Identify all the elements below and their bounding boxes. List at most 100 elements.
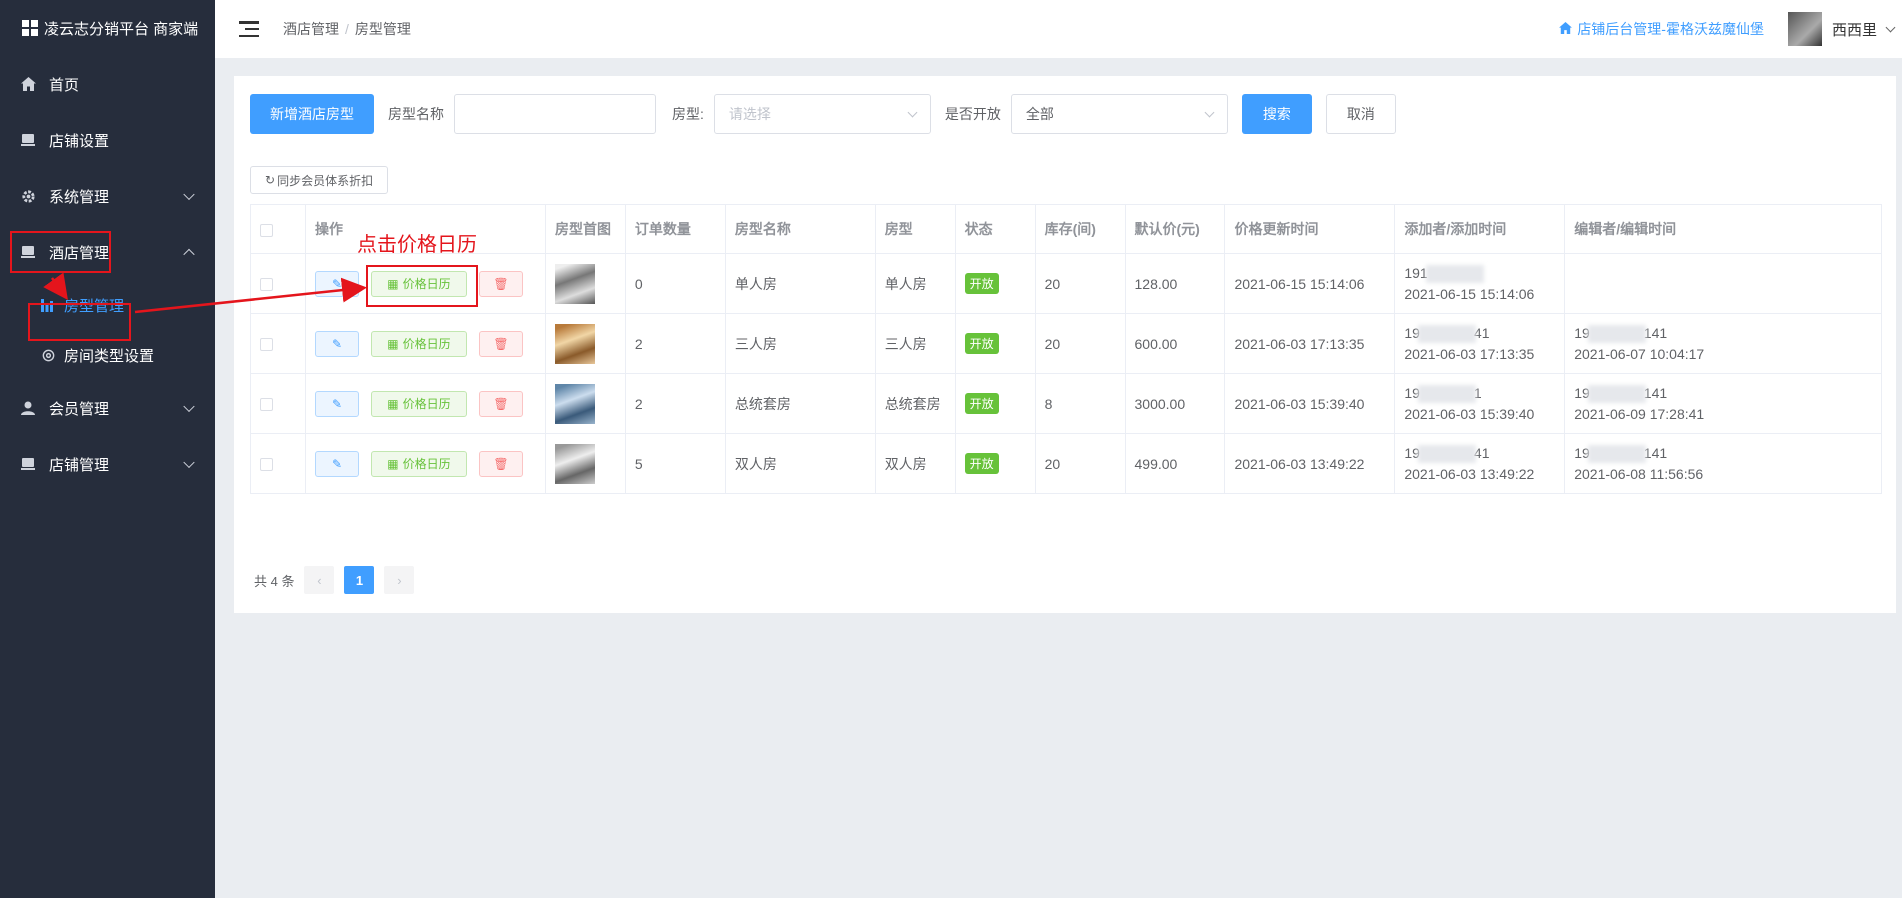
adder-id-start: 191 (1404, 264, 1428, 281)
shop-admin-link[interactable]: 店铺后台管理-霍格沃兹魔仙堡 (1559, 19, 1764, 39)
avatar[interactable] (1787, 12, 1822, 46)
price-calendar-button[interactable]: ▦ 价格日历 (370, 330, 467, 357)
order-count: 2 (624, 313, 726, 374)
sidebar-item-label: 房间类型设置 (64, 347, 155, 365)
redacted-blur (1417, 324, 1476, 343)
added-time: 2021-06-03 13:49:22 (1404, 465, 1535, 482)
adder-cell: 19 41 2021-06-03 13:49:22 (1394, 433, 1566, 494)
column-header: 房型 (874, 204, 956, 254)
trash-icon: 🗑 (493, 396, 509, 411)
username[interactable]: 西西里 (1832, 19, 1877, 40)
pencil-icon: ✎ (331, 276, 342, 291)
sidebar-item-shop-settings[interactable]: 店铺设置 (0, 112, 215, 168)
breadcrumb: 酒店管理 / 房型管理 (283, 21, 411, 37)
room-name-label: 房型名称 (388, 106, 444, 122)
delete-button[interactable]: 🗑 (478, 270, 523, 297)
delete-button[interactable]: 🗑 (478, 390, 523, 417)
edited-time: 2021-06-07 10:04:17 (1574, 345, 1705, 362)
room-name-input[interactable] (454, 94, 656, 134)
gear-icon (40, 347, 56, 363)
room-thumbnail[interactable] (554, 323, 595, 364)
room-type-select[interactable]: 请选择 (713, 94, 931, 134)
open-status-select[interactable]: 全部 (1010, 94, 1228, 134)
column-header: 价格更新时间 (1224, 204, 1396, 254)
column-header: 订单数量 (624, 204, 726, 254)
column-header: 默认价(元) (1124, 204, 1226, 254)
edit-button[interactable]: ✎ (314, 330, 359, 357)
price-calendar-button[interactable]: ▦ 价格日历 (370, 450, 467, 477)
gear-icon (20, 188, 36, 204)
delete-button[interactable]: 🗑 (478, 450, 523, 477)
delete-button[interactable]: 🗑 (478, 330, 523, 357)
shop-icon (20, 132, 36, 148)
sidebar-item-system[interactable]: 系统管理 (0, 168, 215, 224)
column-header: 房型名称 (724, 204, 876, 254)
adder-id-end: 41 (1473, 324, 1490, 341)
highlight-box-room-types (28, 303, 131, 341)
row-checkbox[interactable] (260, 458, 273, 472)
shop-admin-link-label: 店铺后台管理-霍格沃兹魔仙堡 (1577, 21, 1764, 37)
filter-toolbar: 新增酒店房型 房型名称 房型: 请选择 是否开放 全部 搜索 取消 (250, 94, 1396, 134)
column-header: 添加者/添加时间 (1394, 204, 1566, 254)
default-price: 600.00 (1124, 313, 1226, 374)
status-badge: 开放 (964, 453, 999, 474)
cancel-button[interactable]: 取消 (1325, 94, 1396, 134)
sidebar-item-shop-management[interactable]: 店铺管理 (0, 436, 215, 492)
chevron-down-icon (183, 456, 195, 469)
stock: 20 (1034, 313, 1126, 374)
select-all-checkbox[interactable] (260, 223, 273, 237)
chevron-down-icon[interactable] (1885, 22, 1896, 32)
room-thumbnail[interactable] (554, 263, 595, 304)
sync-member-discount-button[interactable]: ↻ 同步会员体系折扣 (250, 166, 389, 194)
room-type-placeholder: 请选择 (728, 106, 771, 122)
room-thumbnail[interactable] (554, 383, 595, 424)
stock: 20 (1034, 253, 1126, 314)
room-type: 总统套房 (874, 373, 956, 434)
calendar-icon: ▦ (387, 456, 399, 471)
chevron-down-icon (183, 400, 195, 413)
edit-button[interactable]: ✎ (314, 390, 359, 417)
room-name: 总统套房 (724, 373, 876, 434)
edit-button[interactable]: ✎ (314, 450, 359, 477)
table-row: ✎ ▦ 价格日历 🗑 5 双人房 双人房 开放 20 499.00 2021-06… (250, 433, 1882, 494)
sidebar-item-members[interactable]: 会员管理 (0, 380, 215, 436)
column-header: 状态 (954, 204, 1036, 254)
stock: 8 (1034, 373, 1126, 434)
price-calendar-button[interactable]: ▦ 价格日历 (370, 390, 467, 417)
order-count: 2 (624, 373, 726, 434)
home-icon (20, 76, 36, 92)
price-calendar-label: 价格日历 (402, 397, 451, 411)
breadcrumb-item[interactable]: 酒店管理 (283, 21, 339, 37)
menu-toggle-icon[interactable] (239, 21, 259, 37)
page-button[interactable]: 1 (344, 566, 375, 594)
room-name: 双人房 (724, 433, 876, 494)
row-checkbox[interactable] (260, 338, 273, 352)
chevron-down-icon (1204, 107, 1215, 118)
column-header: 房型首图 (544, 204, 626, 254)
trash-icon: 🗑 (493, 276, 509, 291)
search-button[interactable]: 搜索 (1241, 94, 1312, 134)
edited-time: 2021-06-08 11:56:56 (1574, 465, 1704, 482)
edit-button[interactable]: ✎ (314, 270, 359, 297)
app-logo[interactable]: 凌云志分销平台 商家端 (0, 0, 215, 56)
row-checkbox[interactable] (260, 398, 273, 412)
next-page-button[interactable]: › (384, 566, 415, 594)
room-thumbnail[interactable] (554, 443, 595, 484)
editor-id-end: 141 (1643, 444, 1668, 461)
sidebar-item-home[interactable]: 首页 (0, 56, 215, 112)
open-status-value: 全部 (1025, 106, 1054, 122)
room-type: 双人房 (874, 433, 956, 494)
price-calendar-label: 价格日历 (402, 457, 451, 471)
add-room-type-button[interactable]: 新增酒店房型 (250, 94, 374, 134)
main-card: 新增酒店房型 房型名称 房型: 请选择 是否开放 全部 搜索 取消 ↻ 同步会员… (234, 76, 1896, 613)
pencil-icon: ✎ (331, 396, 342, 411)
app-title: 凌云志分销平台 商家端 (44, 20, 199, 38)
row-checkbox[interactable] (260, 278, 273, 292)
prev-page-button[interactable]: ‹ (304, 566, 335, 594)
room-name: 三人房 (724, 313, 876, 374)
adder-cell: 19 1 2021-06-03 15:39:40 (1394, 373, 1566, 434)
order-count: 5 (624, 433, 726, 494)
stock: 20 (1034, 433, 1126, 494)
adder-cell: 191 2021-06-15 15:14:06 (1394, 253, 1566, 314)
editor-cell: 19 141 2021-06-07 10:04:17 (1564, 313, 1882, 374)
